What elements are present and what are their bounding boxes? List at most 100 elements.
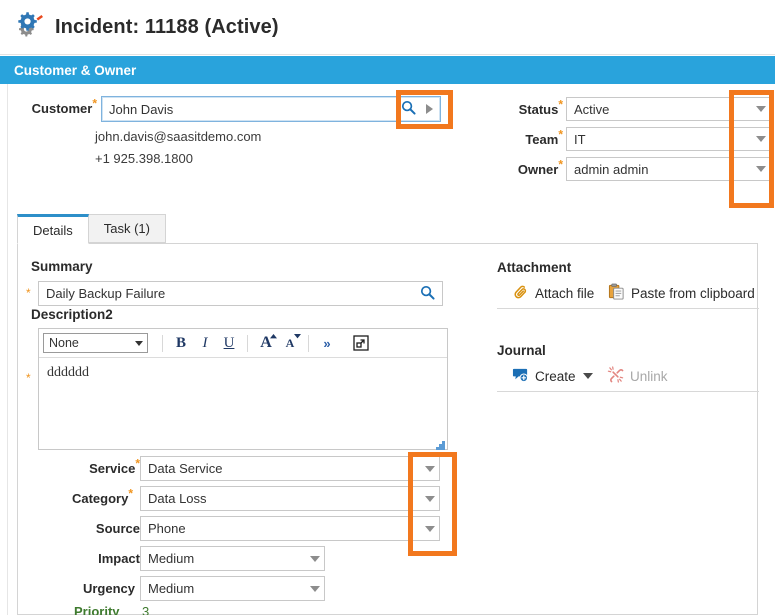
summary-input[interactable]: Daily Backup Failure — [38, 281, 443, 306]
team-dropdown[interactable]: IT — [566, 127, 771, 151]
italic-button[interactable]: I — [193, 331, 217, 355]
service-value: Data Service — [148, 461, 425, 476]
impact-value: Medium — [148, 551, 310, 566]
chevron-down-icon[interactable] — [425, 496, 435, 502]
maximize-icon[interactable] — [349, 331, 373, 355]
summary-heading: Summary — [31, 259, 93, 274]
search-icon[interactable] — [420, 285, 435, 303]
tab-task[interactable]: Task (1) — [88, 214, 166, 243]
increase-font-size-button[interactable]: A — [254, 331, 278, 355]
toolbar-separator — [162, 335, 163, 352]
service-label-text: Service — [89, 461, 135, 476]
chevron-down-icon[interactable] — [425, 466, 435, 472]
urgency-dropdown[interactable]: Medium — [140, 576, 325, 601]
incident-form-page: Incident: 11188 (Active) Customer & Owne… — [0, 0, 775, 615]
window-titlebar: Incident: 11188 (Active) — [0, 0, 775, 55]
journal-unlink-label: Unlink — [630, 369, 668, 384]
section-header-label: Customer & Owner — [14, 63, 136, 78]
customer-label-text: Customer — [32, 101, 93, 116]
journal-create-label: Create — [535, 369, 576, 384]
impact-label: Impact — [64, 551, 140, 566]
journal-unlink-button[interactable]: Unlink — [607, 366, 668, 386]
impact-label-text: Impact — [98, 551, 140, 566]
impact-dropdown[interactable]: Medium — [140, 546, 325, 571]
owner-required-asterisk: * — [558, 158, 563, 172]
status-required-asterisk: * — [558, 98, 563, 112]
chevron-down-icon[interactable] — [310, 556, 320, 562]
search-icon[interactable] — [401, 100, 416, 118]
broken-link-icon — [607, 366, 624, 386]
bold-button[interactable]: B — [169, 331, 193, 355]
chevron-down-icon[interactable] — [756, 166, 766, 172]
description-text-body[interactable]: dddddd — [39, 359, 447, 449]
status-label: Status* — [497, 102, 563, 117]
customer-required-asterisk: * — [92, 97, 97, 111]
priority-value: 3 — [142, 604, 149, 615]
urgency-label: Urgency — [59, 581, 135, 596]
chevron-down-icon[interactable] — [756, 136, 766, 142]
team-label-text: Team — [525, 132, 558, 147]
clipboard-icon — [608, 283, 625, 303]
source-label-text: Source — [96, 521, 140, 536]
play-arrow-icon[interactable] — [426, 104, 433, 114]
toolbar-separator — [247, 335, 248, 352]
section-header-customer-owner: Customer & Owner — [0, 56, 775, 84]
page-title: Incident: 11188 (Active) — [55, 16, 279, 39]
chevron-down-icon[interactable] — [135, 341, 143, 346]
journal-heading: Journal — [497, 343, 546, 358]
team-value: IT — [574, 132, 756, 147]
decrease-font-size-button[interactable]: A — [278, 331, 302, 355]
description-required-asterisk: * — [26, 371, 31, 385]
journal-create-button[interactable]: Create — [512, 366, 593, 386]
customer-input-value: John Davis — [109, 102, 401, 117]
status-dropdown[interactable]: Active — [566, 97, 771, 121]
chevron-down-icon[interactable] — [583, 373, 593, 379]
customer-label: Customer* — [31, 101, 97, 116]
more-toolbar-options-button[interactable]: » — [315, 331, 339, 355]
gears-icon — [17, 12, 47, 42]
team-required-asterisk: * — [558, 128, 563, 142]
chevron-down-icon[interactable] — [425, 526, 435, 532]
category-label-text: Category — [72, 491, 128, 506]
chevron-down-icon[interactable] — [310, 586, 320, 592]
team-label: Team* — [497, 132, 563, 147]
paste-from-clipboard-label: Paste from clipboard — [631, 286, 755, 301]
paragraph-style-value: None — [49, 336, 135, 350]
priority-label: Priority — [74, 604, 120, 615]
urgency-label-text: Urgency — [83, 581, 135, 596]
summary-required-asterisk: * — [26, 286, 31, 300]
description-heading: Description2 — [31, 307, 113, 322]
paperclip-icon — [512, 283, 529, 303]
left-rule — [7, 84, 8, 615]
service-label: Service* — [64, 461, 140, 476]
paste-from-clipboard-button[interactable]: Paste from clipboard — [608, 283, 755, 303]
tab-strip: Details Task (1) — [17, 214, 165, 244]
source-value: Phone — [148, 521, 425, 536]
tab-details[interactable]: Details — [17, 214, 89, 244]
paragraph-style-select[interactable]: None — [43, 333, 148, 353]
comment-add-icon — [512, 366, 529, 386]
tab-task-label: Task (1) — [104, 221, 150, 236]
status-label-text: Status — [519, 102, 559, 117]
journal-divider — [497, 391, 759, 392]
owner-value: admin admin — [574, 162, 756, 177]
urgency-value: Medium — [148, 581, 310, 596]
customer-input[interactable]: John Davis — [101, 96, 441, 122]
chevron-down-icon[interactable] — [756, 106, 766, 112]
customer-email: john.davis@saasitdemo.com — [95, 129, 261, 144]
underline-button[interactable]: U — [217, 331, 241, 355]
source-dropdown[interactable]: Phone — [140, 516, 440, 541]
owner-dropdown[interactable]: admin admin — [566, 157, 771, 181]
summary-input-value: Daily Backup Failure — [46, 286, 420, 301]
resize-handle[interactable] — [436, 438, 445, 447]
service-dropdown[interactable]: Data Service — [140, 456, 440, 481]
tab-details-label: Details — [33, 223, 73, 238]
customer-phone: +1 925.398.1800 — [95, 151, 193, 166]
description-rich-text-editor[interactable]: None B I U A A » — [38, 328, 448, 450]
status-value: Active — [574, 102, 756, 117]
category-dropdown[interactable]: Data Loss — [140, 486, 440, 511]
attach-file-label: Attach file — [535, 286, 594, 301]
attach-file-button[interactable]: Attach file — [512, 283, 594, 303]
owner-label-text: Owner — [518, 162, 558, 177]
source-label: Source — [64, 521, 140, 536]
